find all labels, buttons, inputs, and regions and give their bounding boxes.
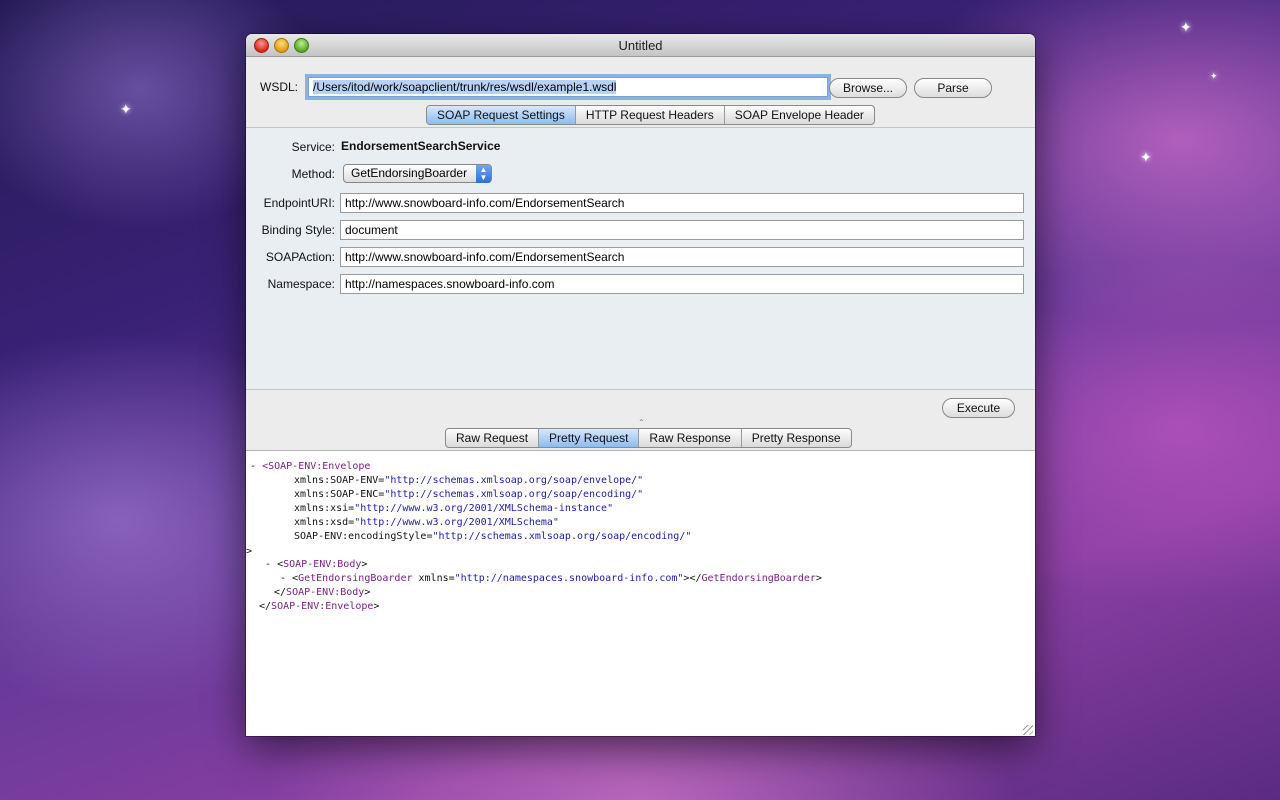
xml-bracket: > — [364, 587, 371, 598]
background-star: ✦ — [1180, 19, 1192, 35]
xml-bracket: > — [373, 601, 380, 612]
updown-arrows-icon: ▲ ▼ — [476, 165, 491, 183]
parse-button[interactable]: Parse — [914, 78, 992, 98]
xml-tag: SOAP-ENV:Envelope — [268, 461, 371, 472]
xml-bracket: ></ — [683, 573, 702, 584]
xml-line: - <GetEndorsingBoarder xmlns="http://nam… — [280, 572, 822, 586]
endpoint-label: EndpointURI: — [263, 196, 335, 210]
wsdl-label: WSDL: — [260, 80, 299, 94]
xml-line: </SOAP-ENV:Envelope> — [259, 600, 379, 614]
wsdl-path-input[interactable]: /Users/itod/work/soapclient/trunk/res/ws… — [308, 77, 828, 97]
xml-bracket: </ — [259, 601, 272, 612]
tab-http-request-headers[interactable]: HTTP Request Headers — [576, 106, 725, 124]
xml-value: "http://www.w3.org/2001/XMLSchema-instan… — [354, 503, 614, 514]
soapaction-label: SOAPAction: — [265, 250, 335, 264]
background-star: ✦ — [1140, 149, 1152, 165]
xml-output-view[interactable]: - <SOAP-ENV:Envelope xmlns:SOAP-ENV="htt… — [246, 450, 1035, 736]
resize-grip-icon[interactable] — [1023, 725, 1033, 735]
settings-pane: Service: EndorsementSearchService Method… — [246, 127, 1035, 390]
xml-attr: xmlns= — [412, 573, 455, 584]
method-select[interactable]: GetEndorsingBoarder ▲ ▼ — [343, 164, 492, 183]
xml-bracket: > — [815, 573, 822, 584]
namespace-label: Namespace: — [267, 277, 335, 291]
split-view-handle[interactable]: ⌃ — [638, 418, 645, 427]
output-tab-bar: Raw Request Pretty Request Raw Response … — [445, 428, 852, 448]
xml-line: - <SOAP-ENV:Body> — [265, 558, 367, 572]
tab-soap-envelope-header[interactable]: SOAP Envelope Header — [725, 106, 874, 124]
xml-value: "http://schemas.xmlsoap.org/soap/encodin… — [384, 489, 644, 500]
xml-attr: xmlns:xsd= — [294, 517, 355, 528]
xml-bracket: </ — [274, 587, 287, 598]
method-label: Method: — [291, 167, 335, 181]
binding-style-label: Binding Style: — [261, 223, 335, 237]
browse-button[interactable]: Browse... — [829, 78, 907, 98]
settings-tab-bar: SOAP Request Settings HTTP Request Heade… — [426, 105, 875, 125]
xml-line: > — [246, 545, 252, 559]
tab-soap-request-settings[interactable]: SOAP Request Settings — [427, 106, 576, 124]
tab-pretty-response[interactable]: Pretty Response — [742, 429, 851, 447]
binding-style-field[interactable]: document — [340, 220, 1024, 240]
execute-button[interactable]: Execute — [942, 398, 1015, 418]
background-star: ✦ — [1210, 71, 1218, 81]
namespace-field[interactable]: http://namespaces.snowboard-info.com — [340, 274, 1024, 294]
xml-line: xmlns:SOAP-ENV="http://schemas.xmlsoap.o… — [294, 474, 643, 488]
tab-pretty-request[interactable]: Pretty Request — [539, 429, 640, 447]
xml-line: xmlns:SOAP-ENC="http://schemas.xmlsoap.o… — [294, 488, 643, 502]
tab-raw-request[interactable]: Raw Request — [446, 429, 540, 447]
method-select-value: GetEndorsingBoarder — [351, 166, 468, 180]
tab-raw-response[interactable]: Raw Response — [639, 429, 742, 447]
soapaction-field[interactable]: http://www.snowboard-info.com/Endorsemen… — [340, 247, 1024, 267]
title-bar[interactable]: Untitled — [246, 34, 1035, 57]
xml-tag: SOAP-ENV:Body — [283, 559, 362, 570]
xml-value: "http://namespaces.snowboard-info.com" — [454, 573, 684, 584]
xml-line: xmlns:xsi="http://www.w3.org/2001/XMLSch… — [294, 502, 613, 516]
xml-bracket: > — [246, 546, 253, 557]
xml-tag: GetEndorsingBoarder — [298, 573, 413, 584]
xml-value: "http://www.w3.org/2001/XMLSchema" — [354, 517, 559, 528]
xml-attr: xmlns:SOAP-ENC= — [294, 489, 385, 500]
collapse-toggle[interactable]: - — [280, 573, 286, 584]
service-value: EndorsementSearchService — [341, 139, 501, 153]
collapse-toggle[interactable]: - — [250, 461, 256, 472]
wsdl-path-text: /Users/itod/work/soapclient/trunk/res/ws… — [313, 80, 617, 94]
xml-line: xmlns:xsd="http://www.w3.org/2001/XMLSch… — [294, 516, 559, 530]
xml-bracket: > — [361, 559, 368, 570]
window-title: Untitled — [618, 38, 663, 53]
xml-tag: SOAP-ENV:Envelope — [271, 601, 374, 612]
endpoint-uri-field[interactable]: http://www.snowboard-info.com/Endorsemen… — [340, 193, 1024, 213]
xml-value: "http://schemas.xmlsoap.org/soap/envelop… — [384, 475, 644, 486]
xml-attr: xmlns:xsi= — [294, 503, 355, 514]
xml-line: </SOAP-ENV:Body> — [274, 586, 370, 600]
xml-tag: SOAP-ENV:Body — [286, 587, 365, 598]
xml-attr: xmlns:SOAP-ENV= — [294, 475, 385, 486]
background-star: ✦ — [120, 101, 132, 117]
xml-line: - <SOAP-ENV:Envelope — [250, 460, 370, 474]
xml-value: "http://schemas.xmlsoap.org/soap/encodin… — [432, 531, 692, 542]
service-label: Service: — [291, 140, 335, 154]
xml-line: SOAP-ENV:encodingStyle="http://schemas.x… — [294, 530, 691, 544]
xml-tag: GetEndorsingBoarder — [701, 573, 816, 584]
collapse-toggle[interactable]: - — [265, 559, 271, 570]
xml-attr: SOAP-ENV:encodingStyle= — [294, 531, 433, 542]
main-window: Untitled WSDL: /Users/itod/work/soapclie… — [246, 34, 1035, 736]
